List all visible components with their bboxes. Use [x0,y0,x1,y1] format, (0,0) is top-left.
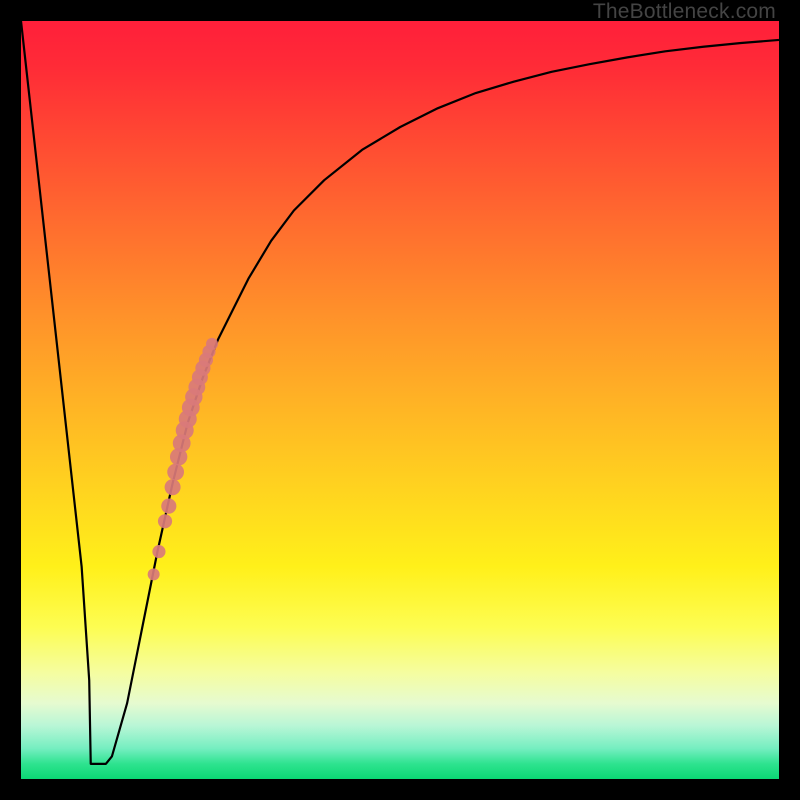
bottleneck-curve [21,21,779,779]
data-marker [206,338,218,350]
chart-frame: TheBottleneck.com [0,0,800,800]
data-marker [161,499,176,514]
plot-area [21,21,779,779]
data-marker [165,479,181,495]
data-marker [148,568,160,580]
data-marker [167,464,184,481]
bottleneck-curve-path [21,21,779,764]
attribution-label: TheBottleneck.com [593,0,776,24]
data-marker [152,545,165,558]
data-marker [158,514,172,528]
